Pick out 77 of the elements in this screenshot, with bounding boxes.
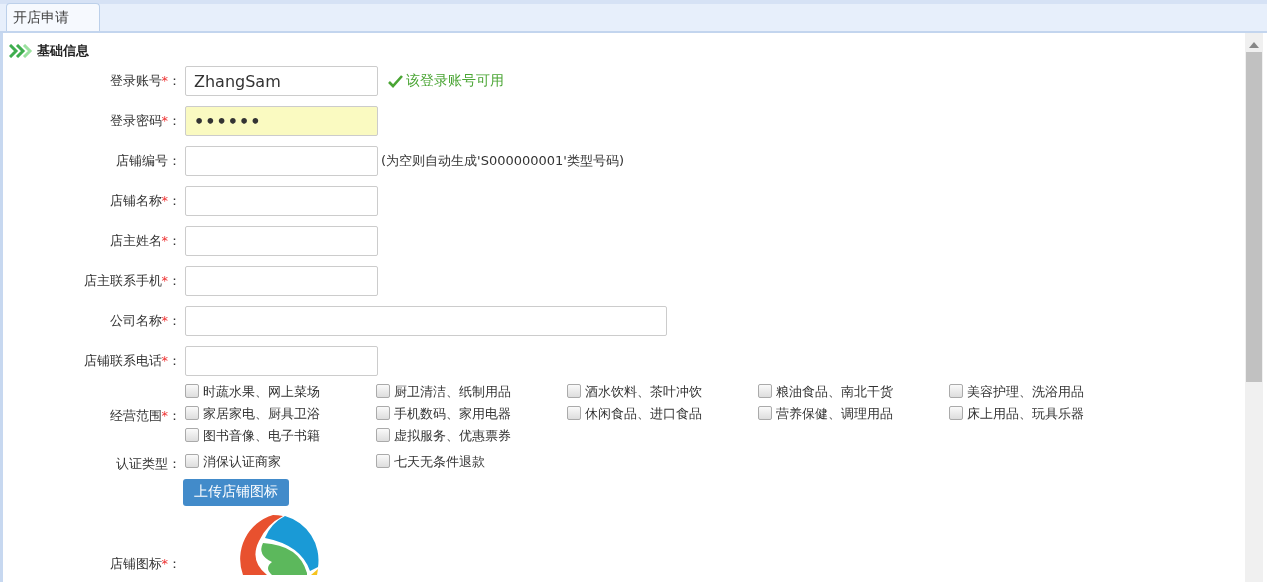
checkbox[interactable]: [376, 384, 390, 398]
field-label: 店铺联系电话: [83, 353, 162, 368]
required-mark: *: [161, 353, 168, 368]
label-colon: ：: [168, 556, 181, 571]
input-field[interactable]: ZhangSam: [185, 66, 378, 96]
field-label: 登录账号: [109, 73, 162, 88]
checkbox[interactable]: [567, 406, 581, 420]
field-label: 经营范围: [109, 408, 162, 423]
label-colon: ：: [168, 456, 181, 471]
checkbox[interactable]: [185, 454, 199, 468]
required-mark: *: [161, 73, 168, 88]
checkbox-label: 美容护理、洗浴用品: [967, 383, 1084, 401]
checkmark-icon: [388, 74, 403, 88]
checkbox[interactable]: [949, 406, 963, 420]
checkbox[interactable]: [376, 406, 390, 420]
input-field[interactable]: [185, 146, 378, 176]
required-mark: *: [161, 233, 168, 248]
input-field[interactable]: ••••••: [185, 106, 378, 136]
checkbox-label: 七天无条件退款: [394, 453, 485, 471]
validation-message: 该登录账号可用: [406, 72, 504, 90]
field-label: 公司名称: [109, 313, 162, 328]
checkbox-label: 图书音像、电子书籍: [203, 427, 320, 445]
label-colon: ：: [168, 113, 181, 128]
scrollbar-thumb[interactable]: [1246, 52, 1262, 382]
field-label: 店铺编号: [116, 153, 168, 168]
label-colon: ：: [168, 233, 181, 248]
checkbox[interactable]: [949, 384, 963, 398]
field-label: 认证类型: [116, 456, 168, 471]
section-title: 基础信息: [37, 42, 89, 60]
label-colon: ：: [168, 408, 181, 423]
checkbox[interactable]: [567, 384, 581, 398]
field-label: 登录密码: [109, 113, 162, 128]
required-mark: *: [161, 113, 168, 128]
input-field[interactable]: [185, 306, 667, 336]
upload-button[interactable]: 上传店铺图标: [183, 478, 289, 506]
input-field[interactable]: [185, 186, 378, 216]
checkbox-label: 酒水饮料、茶叶冲饮: [585, 383, 702, 401]
checkbox[interactable]: [185, 406, 199, 420]
field-label: 店主联系手机: [83, 273, 162, 288]
checkbox[interactable]: [758, 384, 772, 398]
scrollbar[interactable]: [1245, 33, 1263, 582]
checkbox[interactable]: [185, 428, 199, 442]
label-colon: ：: [168, 193, 181, 208]
required-mark: *: [161, 193, 168, 208]
label-colon: ：: [168, 313, 181, 328]
input-field[interactable]: [185, 266, 378, 296]
label-colon: ：: [168, 273, 181, 288]
required-mark: *: [161, 556, 168, 571]
required-mark: *: [161, 313, 168, 328]
field-label: 店铺图标: [109, 556, 162, 571]
checkbox-label: 时蔬水果、网上菜场: [203, 383, 320, 401]
label-colon: ：: [168, 153, 181, 168]
required-mark: *: [161, 408, 168, 423]
input-field[interactable]: [185, 226, 378, 256]
checkbox-label: 消保认证商家: [203, 453, 281, 471]
checkbox[interactable]: [758, 406, 772, 420]
checkbox-label: 家居家电、厨具卫浴: [203, 405, 320, 423]
input-field[interactable]: [185, 346, 378, 376]
field-label: 店主姓名: [109, 233, 162, 248]
tab[interactable]: 开店申请: [6, 3, 100, 31]
checkbox[interactable]: [376, 428, 390, 442]
required-mark: *: [161, 273, 168, 288]
checkbox[interactable]: [376, 454, 390, 468]
checkbox-label: 虚拟服务、优惠票券: [394, 427, 511, 445]
label-colon: ：: [168, 73, 181, 88]
scroll-up-icon[interactable]: [1249, 41, 1259, 48]
checkbox[interactable]: [185, 384, 199, 398]
chevrons-icon: [9, 44, 33, 58]
checkbox-label: 粮油食品、南北干货: [776, 383, 893, 401]
hint-text: (为空则自动生成'S000000001'类型号码): [381, 152, 624, 170]
checkbox-label: 厨卫清洁、纸制用品: [394, 383, 511, 401]
label-colon: ：: [168, 353, 181, 368]
checkbox-label: 休闲食品、进口食品: [585, 405, 702, 423]
checkbox-label: 手机数码、家用电器: [394, 405, 511, 423]
field-label: 店铺名称: [109, 193, 162, 208]
checkbox-label: 床上用品、玩具乐器: [967, 405, 1084, 423]
checkbox-label: 营养保健、调理用品: [776, 405, 893, 423]
